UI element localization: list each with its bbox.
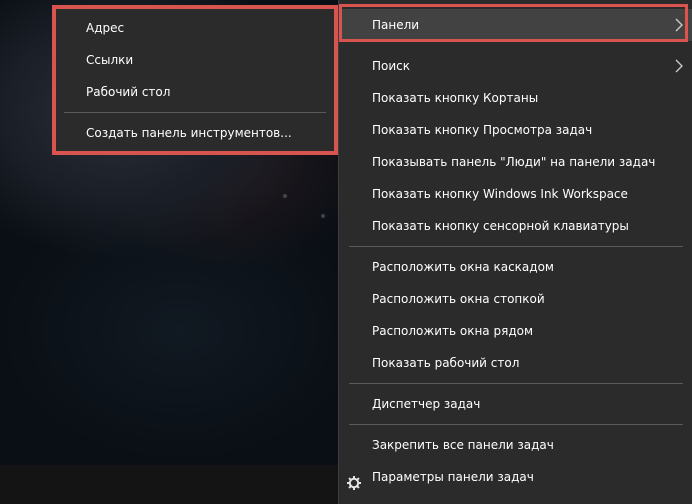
chevron-right-icon (673, 50, 685, 82)
submenu-item-label: Создать панель инструментов... (86, 126, 292, 140)
submenu-item-new-toolbar[interactable]: Создать панель инструментов... (56, 117, 334, 149)
menu-item-show-people-on-taskbar[interactable]: Показывать панель "Люди" на панели задач (339, 146, 692, 178)
annotation-highlight-toolbars (339, 4, 688, 42)
submenu-item-links[interactable]: Ссылки (56, 44, 334, 76)
submenu-item-label: Ссылки (86, 53, 134, 67)
menu-item-task-manager[interactable]: Диспетчер задач (339, 388, 692, 420)
menu-item-label: Поиск (372, 59, 411, 73)
submenu-item-address[interactable]: Адрес (56, 12, 334, 44)
menu-item-label: Показать кнопку Кортаны (372, 91, 539, 105)
menu-item-taskbar-settings[interactable]: Параметры панели задач (339, 461, 692, 493)
menu-item-show-cortana-button[interactable]: Показать кнопку Кортаны (339, 82, 692, 114)
menu-item-label: Закрепить все панели задач (372, 438, 554, 452)
wallpaper-sparkle (283, 194, 287, 198)
gear-icon (347, 470, 361, 490)
menu-item-label: Расположить окна стопкой (372, 292, 545, 306)
menu-item-lock-taskbars[interactable]: Закрепить все панели задач (339, 429, 692, 461)
submenu-item-label: Адрес (86, 21, 125, 35)
menu-separator (349, 246, 683, 247)
submenu-item-label: Рабочий стол (86, 85, 171, 99)
menu-item-side-by-side-windows[interactable]: Расположить окна рядом (339, 315, 692, 347)
menu-item-label: Показать рабочий стол (372, 356, 520, 370)
wallpaper-sparkle (321, 214, 325, 218)
menu-item-label: Расположить окна каскадом (372, 260, 554, 274)
menu-item-show-touch-keyboard-button[interactable]: Показать кнопку сенсорной клавиатуры (339, 210, 692, 242)
menu-item-label: Параметры панели задач (372, 470, 534, 484)
menu-separator (349, 383, 683, 384)
menu-item-label: Показать кнопку Windows Ink Workspace (372, 187, 628, 201)
taskbar-context-menu: Панели Поиск Показать кнопку Кортаны Пок… (338, 0, 692, 504)
menu-item-label: Показать кнопку сенсорной клавиатуры (372, 219, 629, 233)
menu-separator (349, 424, 683, 425)
menu-item-show-desktop[interactable]: Показать рабочий стол (339, 347, 692, 379)
toolbars-submenu: Адрес Ссылки Рабочий стол Создать панель… (52, 5, 338, 155)
menu-item-stack-windows[interactable]: Расположить окна стопкой (339, 283, 692, 315)
menu-item-label: Показывать панель "Люди" на панели задач (372, 155, 656, 169)
menu-item-label: Диспетчер задач (372, 397, 481, 411)
menu-item-show-windows-ink-button[interactable]: Показать кнопку Windows Ink Workspace (339, 178, 692, 210)
menu-item-label: Показать кнопку Просмотра задач (372, 123, 593, 137)
menu-item-label: Расположить окна рядом (372, 324, 534, 338)
submenu-item-desktop[interactable]: Рабочий стол (56, 76, 334, 108)
menu-item-show-task-view-button[interactable]: Показать кнопку Просмотра задач (339, 114, 692, 146)
submenu-separator (64, 112, 326, 113)
menu-item-cascade-windows[interactable]: Расположить окна каскадом (339, 251, 692, 283)
menu-item-search[interactable]: Поиск (339, 50, 692, 82)
